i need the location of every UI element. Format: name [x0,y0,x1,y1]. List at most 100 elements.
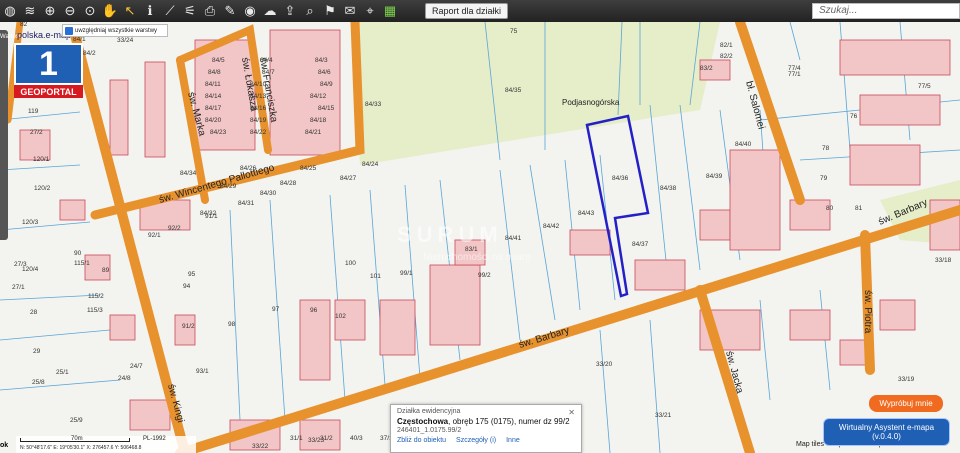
parcel-number-label: 33/20 [596,361,613,368]
draw-icon[interactable]: ✎ [220,0,240,22]
print-icon[interactable]: ⎙ [200,0,220,22]
close-icon[interactable]: ✕ [568,408,575,417]
parcel-number-label: 84/6 [318,69,331,76]
parcel-number-label: 84/1 [73,36,86,43]
parcel-number-label: 84/41 [505,235,522,242]
parcel-info-popup: ✕ Działka ewidencyjna Częstochowa, obręb… [390,404,582,453]
select-icon[interactable]: ↖ [120,0,140,22]
hand-icon[interactable]: ✋ [100,0,120,22]
upload-icon[interactable]: ⇪ [280,0,300,22]
info-icon[interactable]: ℹ [140,0,160,22]
other-link[interactable]: Inne [506,437,520,444]
parcel-number-label: 84/12 [310,93,327,100]
assistant-version: (v.0.4.0) [872,432,901,441]
geoportal-logo[interactable]: 1 GEOPORTAL [14,43,83,100]
parcel-number-label: 25/9 [70,417,83,424]
parcel-number-label: 33/22 [252,443,269,450]
parcel-number-label: 84/25 [300,165,317,172]
parcel-number-label: 83/1 [465,246,478,253]
parcel-number-label: 84/42 [543,223,560,230]
popup-parcel-details: , obręb 175 (0175), numer dz 99/2 [448,417,570,426]
camera-icon[interactable]: ◉ [240,0,260,22]
scale-bar-panel: 70m PL-1992 N: 50°48'17.6" E: 19°05'30.1… [16,436,196,453]
assistant-title: Wirtualny Asystent e-mapa [838,423,935,432]
parcel-number-label: 81 [855,205,863,212]
parcel-number-label: 24/8 [118,375,131,382]
parcel-number-label: 98 [228,321,236,328]
parcel-number-label: 24/7 [130,363,143,370]
parcel-number-label: 99/1 [400,270,413,277]
parcel-number-label: 84/20 [205,117,222,124]
parcel-number-label: 97 [272,306,280,313]
parcel-number-label: 84/28 [280,180,297,187]
parcel-number-label: 84/11 [205,81,221,88]
parcel-number-label: 40/3 [350,435,363,442]
parcel-number-label: 84/19 [250,117,267,124]
parcel-number-label: 102 [335,313,346,320]
left-side-panel[interactable]: Wartości [0,30,23,240]
parcel-number-label: 91/2 [182,323,195,330]
parcel-number-label: 120/3 [22,219,39,226]
try-me-bubble[interactable]: Wypróbuj mnie [869,395,943,412]
zoom-extent-icon[interactable]: ⊙ [80,0,100,22]
comment-icon[interactable]: ✉ [340,0,360,22]
parcel-number-label: 27/2 [30,129,43,136]
globe-icon[interactable]: ◍ [0,0,20,22]
parcel-number-label: 84/2 [83,50,96,57]
parcel-number-label: 79 [820,175,828,182]
parcel-number-label: 95 [188,271,196,278]
zoom-to-object-link[interactable]: Zbliż do obiektu [397,437,446,444]
parcel-number-label: 84/29 [220,183,237,190]
all-layers-checkbox[interactable]: uwzględniaj wszystkie warstwy [62,24,168,37]
ok-label: ok [0,442,9,449]
parcel-number-label: 84/33 [365,101,382,108]
parcel-number-label: 84/18 [310,117,327,124]
crs-label[interactable]: PL-1992 [143,436,166,442]
ruler-icon[interactable]: ⚟ [180,0,200,22]
parcel-number-label: 84/37 [632,241,649,248]
logo-number: 1 [39,44,58,83]
parcel-number-label: 27/3 [14,261,27,268]
search-input[interactable]: Szukaj... [812,3,960,19]
parcel-number-label: 115/3 [87,307,103,314]
street-label-piotra: św. Piotra [862,290,873,334]
parcel-number-label: 31/1 [290,435,303,442]
parcel-number-label: 33/21 [655,412,672,419]
pin-icon[interactable]: ⌖ [360,0,380,22]
parcel-number-label: 84/21 [305,129,322,136]
parcel-number-label: 93/1 [196,368,209,375]
layers-icon[interactable]: ≋ [20,0,40,22]
parcel-number-label: 25/1 [56,369,69,376]
coordinates-readout: N: 50°48'17.6" E: 19°05'30.1" X: 276457.… [20,445,142,451]
measure-icon[interactable]: ⟋ [160,0,180,22]
parcel-number-label: 84/24 [362,161,379,168]
cadastral-map[interactable]: św. Barbary św. Barbary bł. Salomei św. … [0,22,960,453]
parcel-number-label: 119 [28,108,39,115]
zoom-out-icon[interactable]: ⊖ [60,0,80,22]
parcel-number-label: 115/2 [88,293,104,300]
virtual-assistant-button[interactable]: Wirtualny Asystent e-mapa (v.0.4.0) [823,418,950,446]
parcel-number-label: 84/36 [612,175,629,182]
zoom-in-icon[interactable]: ⊕ [40,0,60,22]
parcel-number-label: 84/17 [205,105,222,112]
parcel-number-label: 94 [183,283,191,290]
parcel-number-label: 84/38 [660,185,677,192]
parcel-number-label: 84/30 [260,190,277,197]
parcel-number-label: 76 [850,113,858,120]
color-grid-icon[interactable]: ▦ [380,0,400,22]
search-map-icon[interactable]: ⌕ [300,0,320,22]
details-link[interactable]: Szczegóły (i) [456,437,496,444]
parcel-number-label: 84/31 [238,200,255,207]
parcel-number-label: 84/13 [250,93,267,100]
parcel-number-label: 84/16 [250,105,267,112]
checkbox-checked-icon[interactable] [65,26,73,35]
cloud-icon[interactable]: ☁ [260,0,280,22]
parcel-number-label: 84/8 [208,69,221,76]
all-layers-label: uwzględniaj wszystkie warstwy [75,27,158,34]
parcel-number-label: 84/43 [578,210,595,217]
parcel-number-label: 84/39 [706,173,723,180]
report-button[interactable]: Raport dla działki [425,3,508,19]
flag-icon[interactable]: ⚑ [320,0,340,22]
parcel-number-label: 90 [74,250,82,257]
popup-parcel-description: Częstochowa, obręb 175 (0175), numer dz … [397,417,575,426]
